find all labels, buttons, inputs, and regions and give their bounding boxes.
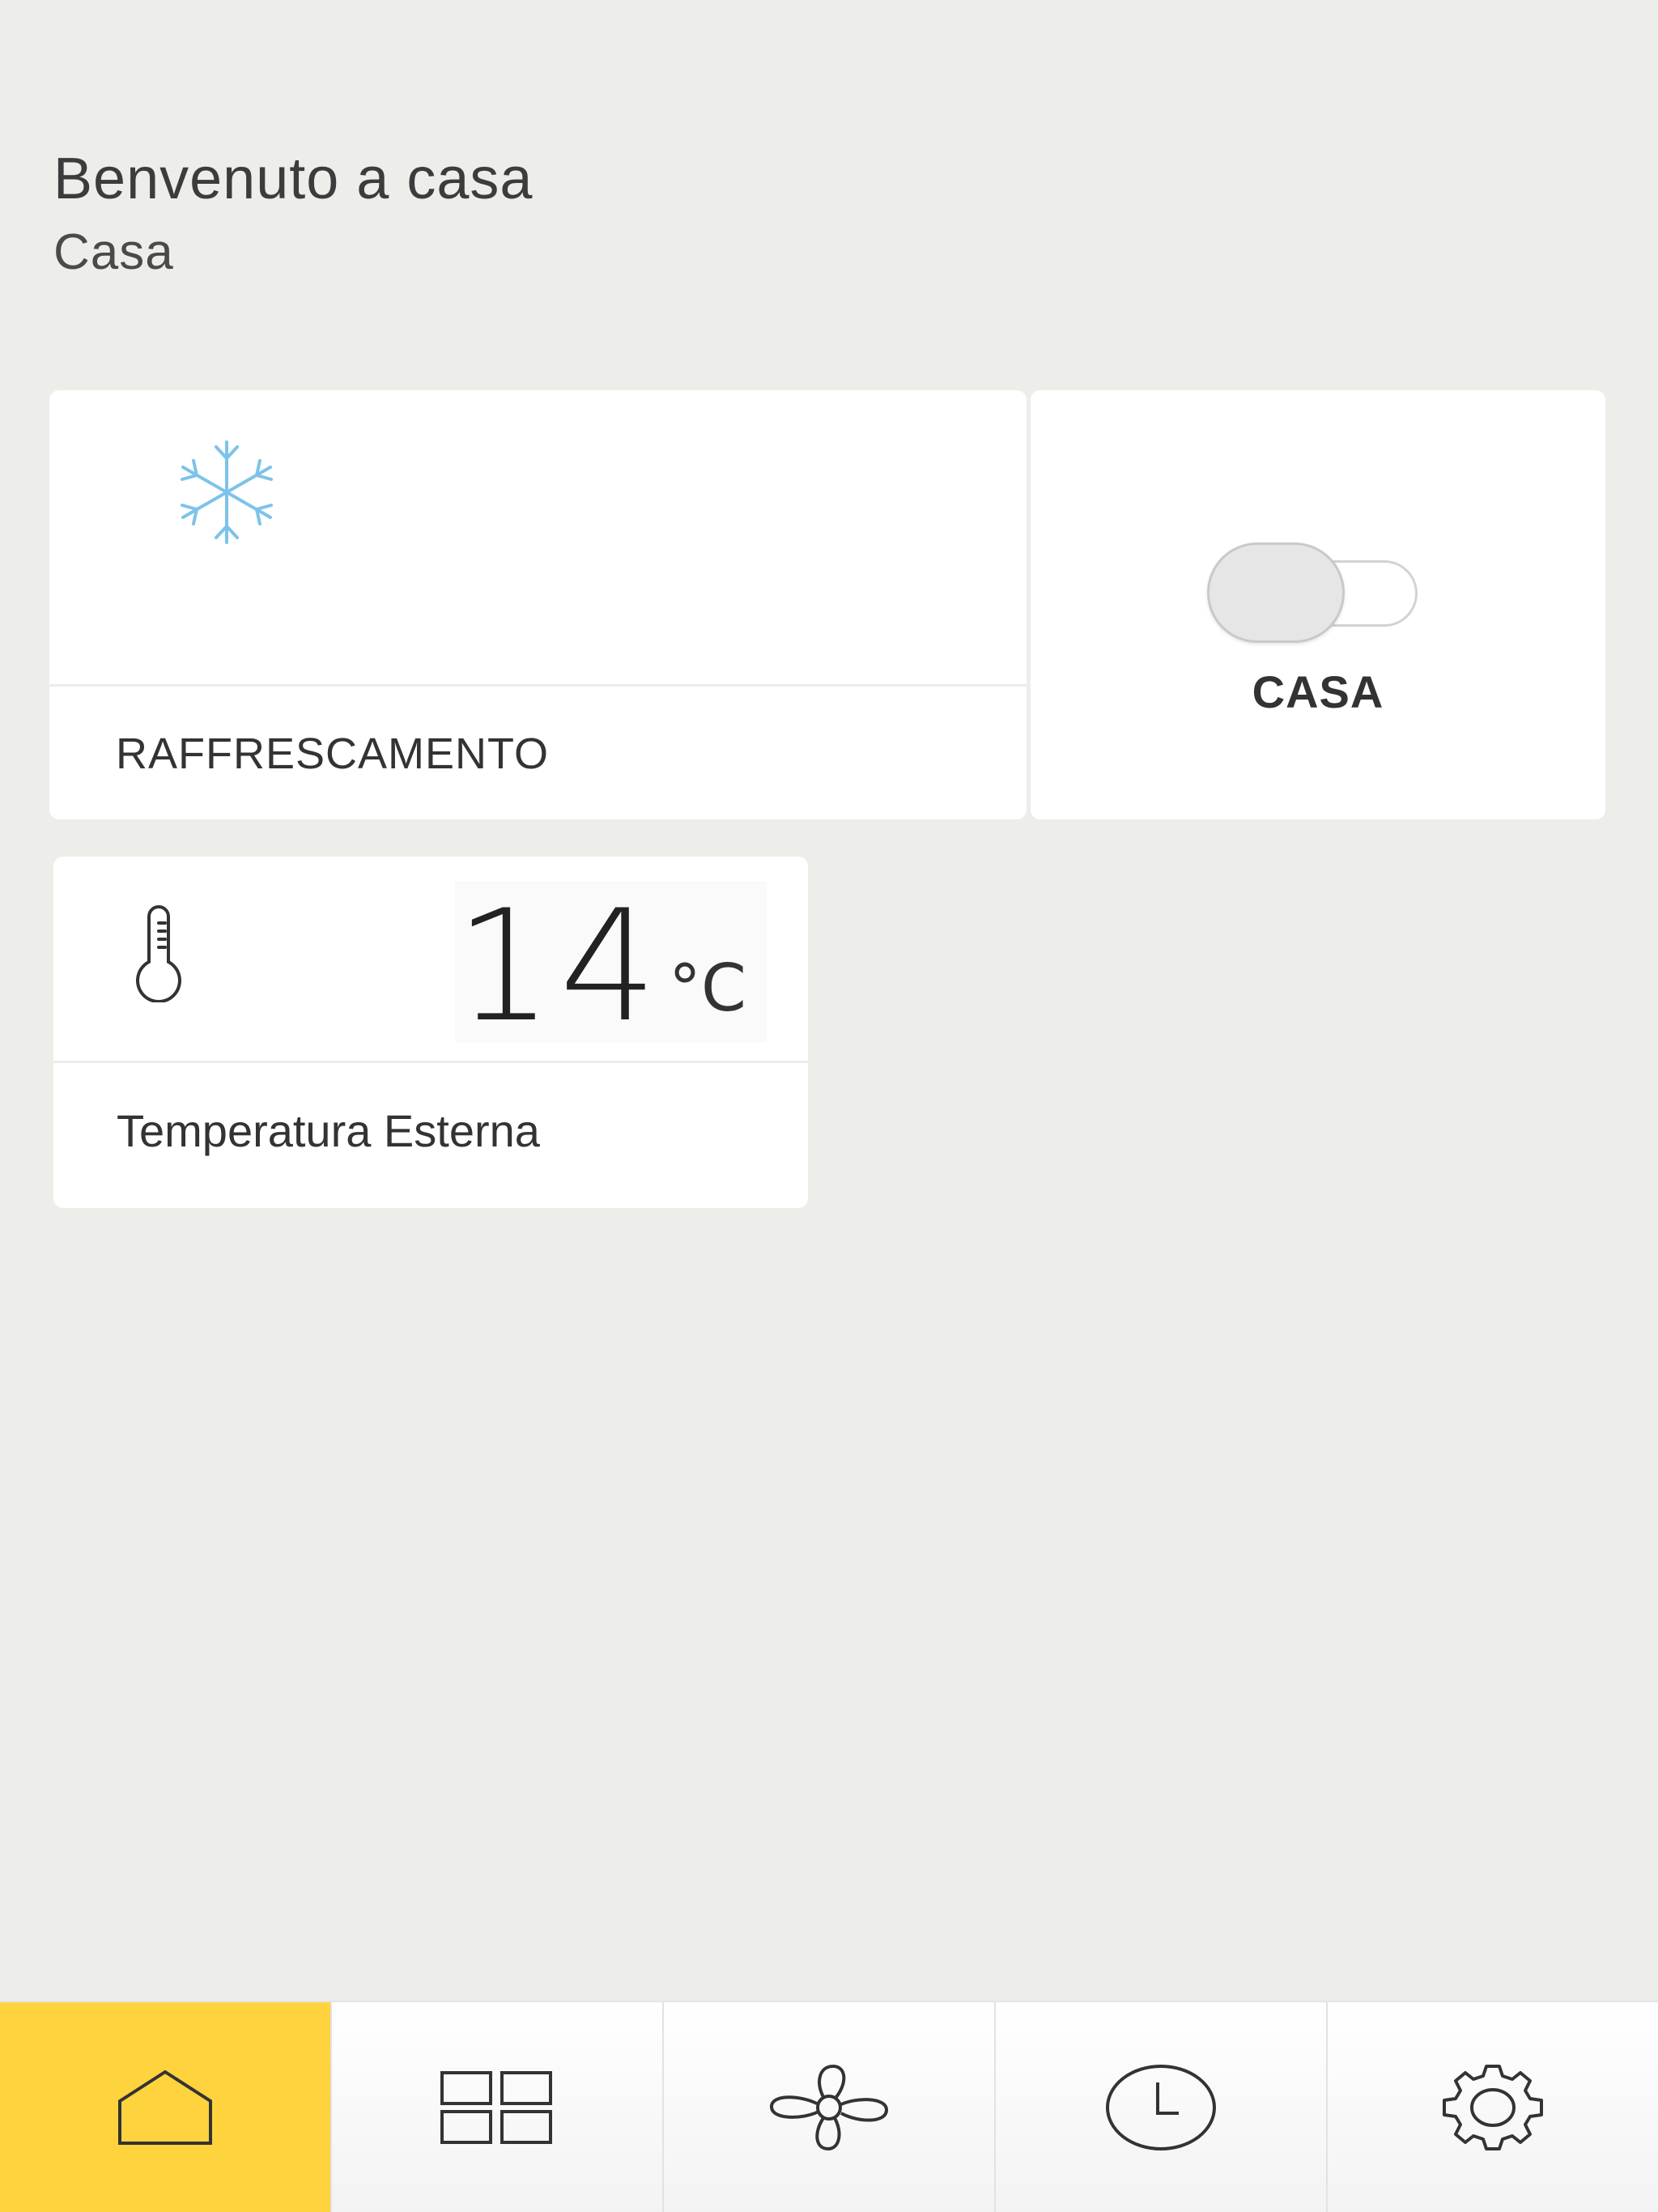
temperature-card[interactable]: 14 °C Temperatura Esterna: [53, 857, 808, 1208]
temperature-value: 14: [455, 877, 664, 1056]
page-title: Benvenuto a casa: [53, 147, 534, 211]
nav-fan[interactable]: [664, 2002, 996, 2212]
profile-toggle[interactable]: [1207, 542, 1418, 643]
mode-card-top: [49, 390, 1027, 687]
profile-label: CASA: [1252, 666, 1384, 717]
mode-label: RAFFRESCAMENTO: [116, 730, 550, 778]
gear-icon: [1443, 2064, 1543, 2150]
location-name: Casa: [53, 224, 174, 280]
nav-home[interactable]: [0, 2002, 332, 2212]
mode-card[interactable]: RAFFRESCAMENTO: [49, 390, 1027, 819]
temperature-unit: °C: [669, 951, 746, 1026]
grid-icon: [440, 2070, 552, 2144]
nav-rooms[interactable]: [332, 2002, 664, 2212]
profile-card[interactable]: CASA: [1031, 390, 1605, 819]
temperature-card-top: 14 °C: [53, 857, 808, 1063]
temperature-label: Temperatura Esterna: [117, 1105, 540, 1156]
home-screen: Benvenuto a casa Casa RAFFRESCAMENTO CAS…: [0, 0, 1658, 2212]
clock-icon: [1106, 2064, 1216, 2150]
bottom-nav: [0, 2001, 1658, 2212]
toggle-knob: [1207, 542, 1345, 643]
thermometer-icon: [136, 905, 181, 1002]
home-icon: [118, 2069, 212, 2145]
nav-settings[interactable]: [1328, 2002, 1658, 2212]
snowflake-icon: [181, 440, 273, 544]
fan-icon: [770, 2064, 888, 2150]
nav-schedule[interactable]: [996, 2002, 1328, 2212]
header: Benvenuto a casa Casa: [53, 146, 533, 281]
